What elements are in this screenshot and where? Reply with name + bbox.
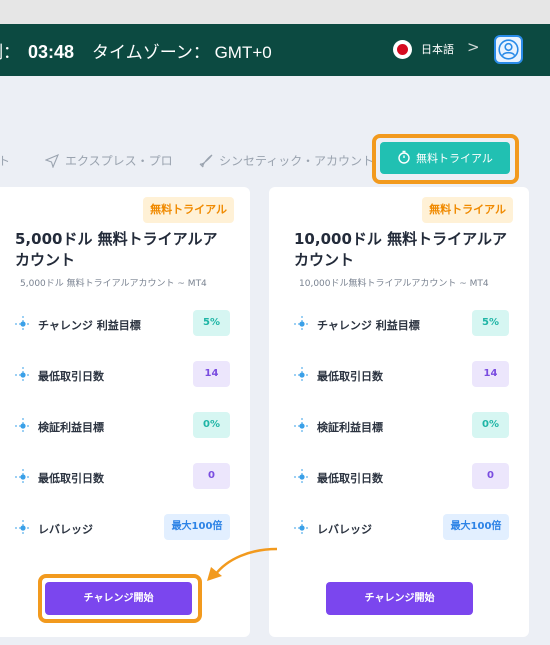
- row-value: 0: [193, 463, 230, 489]
- tab-express-pro[interactable]: エクスプレス・プロ: [44, 152, 173, 169]
- tab-synthetic-account-label: シンセティック・アカウント: [219, 154, 375, 168]
- trial-badge: 無料トライアル: [143, 197, 234, 223]
- browser-top-strip: [0, 0, 550, 24]
- card-title: 10,000ドル 無料トライアルアカウント: [294, 230, 507, 269]
- row-label: チャレンジ 利益目標: [38, 319, 141, 332]
- row-value: 14: [193, 361, 230, 387]
- start-challenge-button[interactable]: チャレンジ開始: [326, 582, 473, 615]
- tab-free-trial-label: 無料トライアル: [416, 152, 493, 165]
- row-verification-profit-target: 検証利益目標 0%: [15, 411, 230, 441]
- bullet-icon: [15, 469, 31, 485]
- row-challenge-profit-target: チャレンジ 利益目標 5%: [15, 309, 230, 339]
- bullet-icon: [294, 316, 310, 332]
- row-value: 0: [472, 463, 509, 489]
- row-value: 5%: [193, 310, 230, 336]
- plane-icon: [44, 153, 65, 169]
- bullet-icon: [294, 520, 310, 536]
- row-label: レバレッジ: [317, 523, 372, 536]
- row-min-trading-days: 最低取引日数 14: [15, 360, 230, 390]
- row-label: 最低取引日数: [317, 472, 383, 485]
- bullet-icon: [294, 367, 310, 383]
- timer-icon: [397, 150, 411, 167]
- card-title: 5,000ドル 無料トライアルアカウント: [15, 230, 218, 269]
- tab-express-pro-label: エクスプレス・プロ: [65, 154, 173, 168]
- japan-flag-icon[interactable]: [393, 40, 412, 59]
- row-value: 最大100倍: [443, 514, 509, 540]
- tab-synthetic-account[interactable]: シンセティック・アカウント: [199, 152, 374, 169]
- bullet-icon: [15, 418, 31, 434]
- row-label: 最低取引日数: [38, 370, 104, 383]
- rocket-icon: [199, 154, 219, 168]
- bullet-icon: [294, 469, 310, 485]
- chevron-right-icon[interactable]: >: [467, 38, 480, 56]
- row-leverage: レバレッジ 最大100倍: [294, 513, 509, 543]
- row-label: レバレッジ: [38, 523, 93, 536]
- pointer-arrow-icon: [207, 547, 278, 581]
- row-label: 検証利益目標: [38, 421, 104, 434]
- row-value: 5%: [472, 310, 509, 336]
- row-leverage: レバレッジ 最大100倍: [15, 513, 230, 543]
- clock-time: 03:48: [28, 42, 75, 62]
- bullet-icon: [294, 418, 310, 434]
- trial-card-10000: 無料トライアル 10,000ドル 無料トライアルアカウント 10,000ドル無料…: [269, 187, 529, 637]
- row-min-trading-days-2: 最低取引日数 0: [294, 462, 509, 492]
- trial-badge: 無料トライアル: [422, 197, 513, 223]
- timezone-label: タイムゾーン： GMT+0: [92, 43, 272, 62]
- row-value: 0%: [472, 412, 509, 438]
- tab-free-trial[interactable]: 無料トライアル: [380, 142, 510, 174]
- tab-partial[interactable]: ト: [0, 152, 10, 169]
- bullet-icon: [15, 367, 31, 383]
- header-bar: 制：03:48タイムゾーン： GMT+0 日本語 >: [0, 24, 550, 76]
- row-min-trading-days-2: 最低取引日数 0: [15, 462, 230, 492]
- server-clock: 制：03:48タイムゾーン： GMT+0: [0, 38, 272, 63]
- language-selector[interactable]: 日本語: [421, 41, 454, 57]
- user-avatar-icon[interactable]: [494, 35, 523, 64]
- clock-colon: ：: [3, 43, 20, 62]
- row-label: 最低取引日数: [317, 370, 383, 383]
- row-label: チャレンジ 利益目標: [317, 319, 420, 332]
- bullet-icon: [15, 520, 31, 536]
- card-subtitle: 5,000ドル 無料トライアルアカウント ~ MT4: [20, 279, 207, 289]
- row-value: 14: [472, 361, 509, 387]
- row-value: 最大100倍: [164, 514, 230, 540]
- start-button-highlight: [38, 574, 202, 623]
- tab-partial-label: ト: [0, 154, 11, 168]
- row-verification-profit-target: 検証利益目標 0%: [294, 411, 509, 441]
- row-min-trading-days: 最低取引日数 14: [294, 360, 509, 390]
- row-label: 検証利益目標: [317, 421, 383, 434]
- row-label: 最低取引日数: [38, 472, 104, 485]
- row-value: 0%: [193, 412, 230, 438]
- bullet-icon: [15, 316, 31, 332]
- row-challenge-profit-target: チャレンジ 利益目標 5%: [294, 309, 509, 339]
- card-subtitle: 10,000ドル無料トライアルアカウント ~ MT4: [299, 279, 489, 289]
